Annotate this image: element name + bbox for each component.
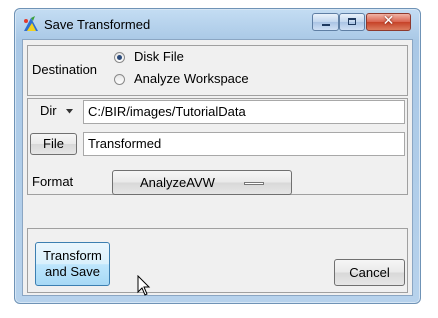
radio-label-analyze-workspace: Analyze Workspace [134, 71, 249, 86]
mouse-pointer-icon [137, 275, 151, 296]
radio-button-selected[interactable] [114, 52, 125, 63]
cancel-button[interactable]: Cancel [334, 259, 405, 286]
maximize-button[interactable] [339, 13, 365, 31]
transform-button-line2: and Save [45, 264, 100, 279]
transform-and-save-button[interactable]: Transform and Save [35, 242, 110, 286]
maximize-icon [348, 18, 356, 25]
close-button[interactable]: ✕ [366, 13, 411, 31]
dir-label: Dir [40, 103, 57, 118]
app-icon [24, 16, 38, 31]
format-selector[interactable]: AnalyzeAVW [112, 170, 292, 195]
window-title: Save Transformed [44, 17, 151, 32]
radio-label-disk-file: Disk File [134, 49, 184, 64]
file-name-field[interactable]: Transformed [83, 132, 405, 156]
radio-button-unselected[interactable] [114, 74, 125, 85]
action-buttons-group: Transform and Save Cancel [27, 228, 408, 293]
minimize-icon [322, 24, 330, 26]
minimize-button[interactable] [312, 13, 339, 31]
dir-path-field[interactable]: C:/BIR/images/TutorialData [83, 100, 405, 124]
destination-group: Destination Disk File Analyze Workspace [27, 45, 408, 96]
format-label: Format [32, 174, 74, 189]
title-bar[interactable]: Save Transformed ✕ [15, 9, 420, 39]
save-transformed-window: Save Transformed ✕ Destination Disk File… [14, 8, 421, 304]
dir-menu-button[interactable]: Dir [33, 102, 79, 120]
close-icon: ✕ [382, 13, 395, 29]
output-settings-group: Dir C:/BIR/images/TutorialData File Tran… [27, 98, 408, 195]
dropdown-arrow-icon [66, 109, 73, 114]
dialog-body: Destination Disk File Analyze Workspace … [22, 39, 413, 296]
transform-button-line1: Transform [43, 248, 102, 263]
radio-analyze-workspace[interactable]: Analyze Workspace [114, 70, 314, 90]
destination-label: Destination [32, 62, 98, 77]
file-button[interactable]: File [30, 133, 77, 155]
option-menu-indicator-icon [244, 182, 264, 185]
radio-disk-file[interactable]: Disk File [114, 48, 254, 68]
format-value: AnalyzeAVW [140, 175, 215, 190]
